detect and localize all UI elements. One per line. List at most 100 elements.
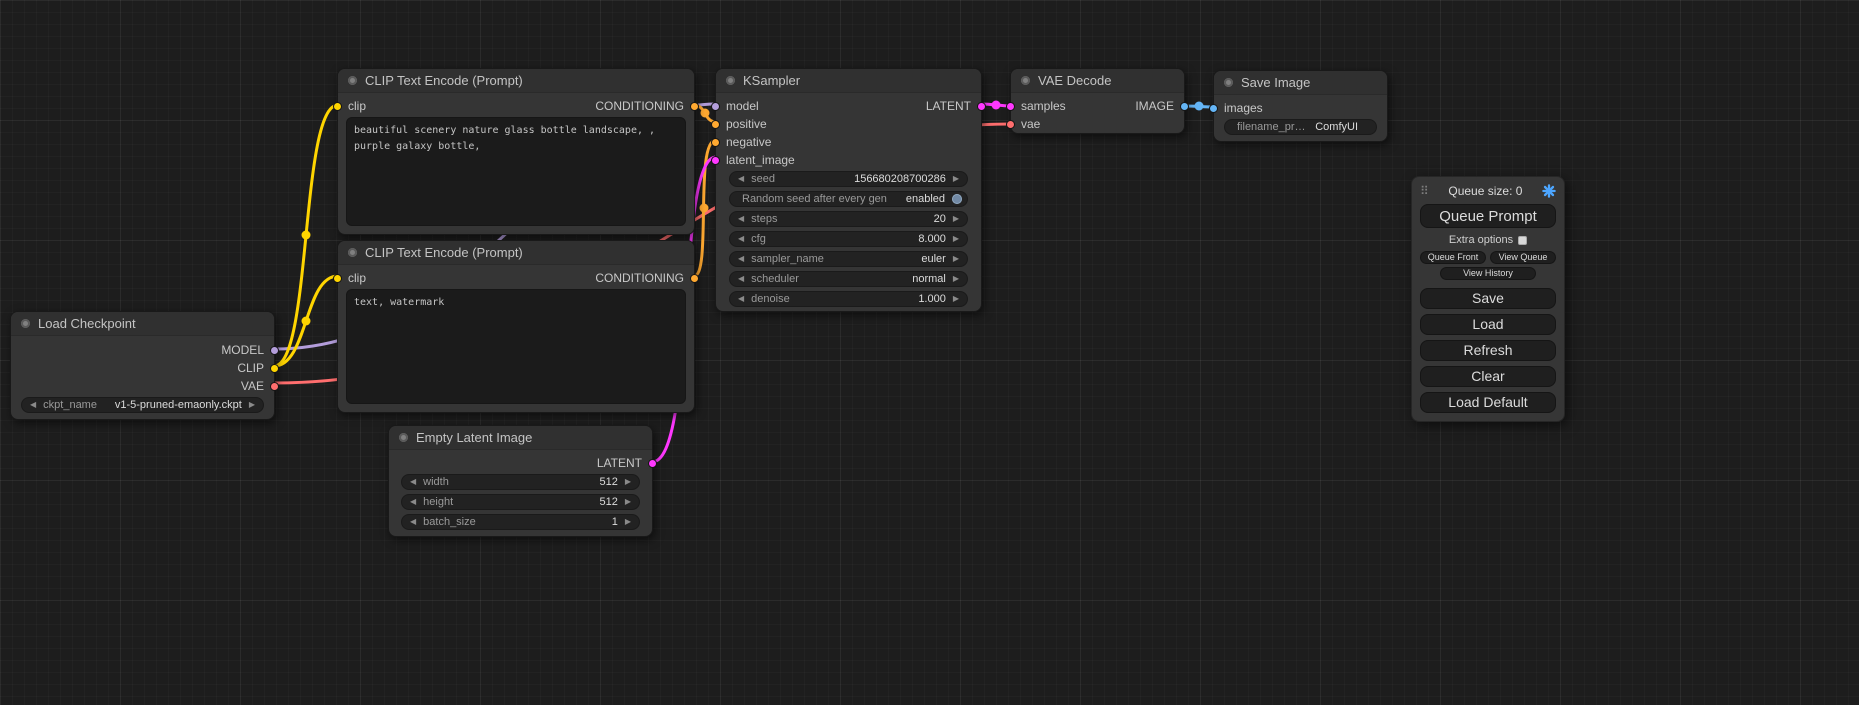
clear-button[interactable]: Clear [1420,366,1556,387]
increment-arrow-icon[interactable]: ▶ [249,401,255,409]
node-load-checkpoint[interactable]: Load Checkpoint MODEL CLIP VAE ◀ ckpt_na… [10,311,275,420]
increment-arrow-icon[interactable]: ▶ [953,215,959,223]
collapse-dot[interactable] [348,248,357,257]
decrement-arrow-icon[interactable]: ◀ [738,235,744,243]
output-slot-clip-dot[interactable] [270,364,279,373]
decrement-arrow-icon[interactable]: ◀ [738,275,744,283]
prompt-textarea[interactable]: beautiful scenery nature glass bottle la… [346,117,686,226]
node-vae-decode[interactable]: VAE Decode samples IMAGE vae [1010,68,1185,134]
node-title: KSampler [743,73,800,88]
decrement-arrow-icon[interactable]: ◀ [738,255,744,263]
widget-value: enabled [906,193,945,205]
increment-arrow-icon[interactable]: ▶ [625,518,631,526]
collapse-dot[interactable] [348,76,357,85]
decrement-arrow-icon[interactable]: ◀ [410,518,416,526]
input-label-clip: clip [348,99,366,113]
node-title: Empty Latent Image [416,430,532,445]
widget-label: scheduler [751,273,905,285]
queue-panel: ⠿ Queue size: 0 Queue Prompt Extra optio… [1411,176,1565,422]
load-button[interactable]: Load [1420,314,1556,335]
decrement-arrow-icon[interactable]: ◀ [738,175,744,183]
input-slot-images-dot[interactable] [1209,104,1218,113]
decrement-arrow-icon[interactable]: ◀ [410,498,416,506]
widget-value: normal [912,273,946,285]
input-label-samples: samples [1021,99,1066,113]
widget-scheduler[interactable]: ◀ scheduler normal ▶ [729,271,968,287]
decrement-arrow-icon[interactable]: ◀ [738,295,744,303]
node-clip-text-encode-negative[interactable]: CLIP Text Encode (Prompt) clip CONDITION… [337,240,695,413]
increment-arrow-icon[interactable]: ▶ [953,295,959,303]
collapse-dot[interactable] [1224,78,1233,87]
increment-arrow-icon[interactable]: ▶ [953,255,959,263]
node-empty-latent-image[interactable]: Empty Latent Image LATENT ◀ width 512 ▶ … [388,425,653,537]
input-slot-negative-dot[interactable] [711,138,720,147]
increment-arrow-icon[interactable]: ▶ [625,498,631,506]
widget-seed[interactable]: ◀ seed 156680208700286 ▶ [729,171,968,187]
view-queue-button[interactable]: View Queue [1490,251,1556,264]
node-ksampler[interactable]: KSampler model LATENT positive negative … [715,68,982,312]
output-slot-conditioning-dot[interactable] [690,102,699,111]
prompt-textarea[interactable]: text, watermark [346,289,686,404]
widget-filename-prefix[interactable]: filename_prefix ComfyUI [1224,119,1377,135]
save-button[interactable]: Save [1420,288,1556,309]
node-graph-canvas[interactable]: Load Checkpoint MODEL CLIP VAE ◀ ckpt_na… [0,0,1859,705]
node-title-bar[interactable]: Load Checkpoint [11,312,274,336]
collapse-dot[interactable] [21,319,30,328]
node-clip-text-encode-positive[interactable]: CLIP Text Encode (Prompt) clip CONDITION… [337,68,695,235]
widget-denoise[interactable]: ◀ denoise 1.000 ▶ [729,291,968,307]
drag-handle-icon[interactable]: ⠿ [1420,185,1429,197]
decrement-arrow-icon[interactable]: ◀ [410,478,416,486]
widget-sampler-name[interactable]: ◀ sampler_name euler ▶ [729,251,968,267]
view-history-button[interactable]: View History [1440,267,1536,280]
widget-ckpt-name[interactable]: ◀ ckpt_name v1-5-pruned-emaonly.ckpt ▶ [21,397,264,413]
input-slot-vae-dot[interactable] [1006,120,1015,129]
extra-options-checkbox[interactable] [1518,236,1527,245]
input-slot-latent-image-dot[interactable] [711,156,720,165]
output-label-latent: LATENT [597,456,642,470]
output-slot-model-dot[interactable] [270,346,279,355]
increment-arrow-icon[interactable]: ▶ [953,235,959,243]
widget-width[interactable]: ◀ width 512 ▶ [401,474,640,490]
output-slot-latent-dot[interactable] [648,459,657,468]
node-title-bar[interactable]: Save Image [1214,71,1387,95]
decrement-arrow-icon[interactable]: ◀ [738,215,744,223]
output-slot-image-dot[interactable] [1180,102,1189,111]
settings-gear-icon[interactable] [1542,184,1556,198]
refresh-button[interactable]: Refresh [1420,340,1556,361]
collapse-dot[interactable] [726,76,735,85]
widget-steps[interactable]: ◀ steps 20 ▶ [729,211,968,227]
toggle-dot[interactable] [952,194,962,204]
output-slot-vae-dot[interactable] [270,382,279,391]
input-slot-clip-dot[interactable] [333,102,342,111]
node-save-image[interactable]: Save Image images filename_prefix ComfyU… [1213,70,1388,142]
widget-label: sampler_name [751,253,914,265]
increment-arrow-icon[interactable]: ▶ [953,275,959,283]
output-slot-conditioning-dot[interactable] [690,274,699,283]
widget-height[interactable]: ◀ height 512 ▶ [401,494,640,510]
widget-batch-size[interactable]: ◀ batch_size 1 ▶ [401,514,640,530]
node-title-bar[interactable]: KSampler [716,69,981,93]
widget-value: v1-5-pruned-emaonly.ckpt [115,399,242,411]
node-title-bar[interactable]: VAE Decode [1011,69,1184,93]
widget-value: euler [921,253,945,265]
node-title-bar[interactable]: CLIP Text Encode (Prompt) [338,69,694,93]
widget-random-seed-toggle[interactable]: Random seed after every gen enabled [729,191,968,207]
input-slot-samples-dot[interactable] [1006,102,1015,111]
input-slot-clip-dot[interactable] [333,274,342,283]
queue-front-button[interactable]: Queue Front [1420,251,1486,264]
collapse-dot[interactable] [1021,76,1030,85]
collapse-dot[interactable] [399,433,408,442]
widget-cfg[interactable]: ◀ cfg 8.000 ▶ [729,231,968,247]
widget-value: 1.000 [918,293,946,305]
input-slot-positive-dot[interactable] [711,120,720,129]
node-title-bar[interactable]: CLIP Text Encode (Prompt) [338,241,694,265]
increment-arrow-icon[interactable]: ▶ [953,175,959,183]
queue-prompt-button[interactable]: Queue Prompt [1420,204,1556,228]
load-default-button[interactable]: Load Default [1420,392,1556,413]
output-slot-latent-dot[interactable] [977,102,986,111]
node-title-bar[interactable]: Empty Latent Image [389,426,652,450]
decrement-arrow-icon[interactable]: ◀ [30,401,36,409]
input-slot-model-dot[interactable] [711,102,720,111]
output-label-conditioning: CONDITIONING [595,271,684,285]
increment-arrow-icon[interactable]: ▶ [625,478,631,486]
